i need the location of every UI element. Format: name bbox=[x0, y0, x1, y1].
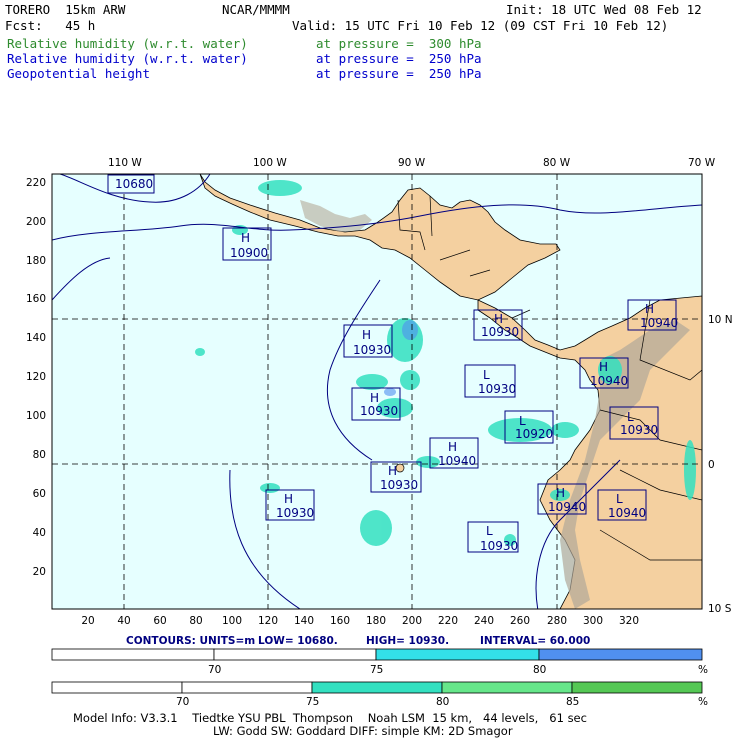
svg-text:H: H bbox=[599, 360, 608, 374]
colorbar-300hpa: 70 75 80 85 % bbox=[51, 681, 708, 708]
y-tick: 140 bbox=[26, 332, 46, 344]
svg-text:H: H bbox=[362, 328, 371, 342]
svg-text:10930: 10930 bbox=[481, 325, 519, 339]
svg-text:10940: 10940 bbox=[548, 500, 586, 514]
x-tick: 220 bbox=[438, 615, 458, 627]
svg-text:75: 75 bbox=[370, 664, 383, 676]
x-tick: 240 bbox=[474, 615, 494, 627]
x-tick: 300 bbox=[583, 615, 603, 627]
x-tick: 320 bbox=[619, 615, 639, 627]
svg-text:10940: 10940 bbox=[590, 374, 628, 388]
svg-text:HIGH= 10930.: HIGH= 10930. bbox=[366, 635, 449, 647]
svg-text:L: L bbox=[627, 410, 634, 424]
svg-text:10930: 10930 bbox=[620, 423, 658, 437]
svg-text:H: H bbox=[556, 486, 565, 500]
y-tick: 40 bbox=[33, 527, 46, 539]
svg-text:10930: 10930 bbox=[478, 382, 516, 396]
svg-text:10940: 10940 bbox=[640, 316, 678, 330]
svg-text:H: H bbox=[448, 440, 457, 454]
svg-text:75: 75 bbox=[306, 696, 319, 708]
svg-text:%: % bbox=[698, 696, 708, 708]
y-axis-ticks: 220 200 180 160 140 120 100 80 60 40 20 bbox=[26, 177, 46, 578]
svg-text:10930: 10930 bbox=[380, 478, 418, 492]
svg-text:H: H bbox=[645, 302, 654, 316]
x-tick: 100 bbox=[222, 615, 242, 627]
svg-text:H: H bbox=[370, 391, 379, 405]
svg-text:L: L bbox=[483, 368, 490, 382]
lon-label: 100 W bbox=[253, 157, 287, 169]
svg-text:H: H bbox=[388, 464, 397, 478]
y-tick: 20 bbox=[33, 566, 46, 578]
svg-text:70: 70 bbox=[208, 664, 221, 676]
x-tick: 140 bbox=[294, 615, 314, 627]
svg-text:10900: 10900 bbox=[230, 246, 268, 260]
lat-label: 10 S bbox=[708, 603, 732, 615]
x-tick: 180 bbox=[366, 615, 386, 627]
contours-caption: CONTOURS: UNITS=m LOW= 10680. HIGH= 1093… bbox=[126, 635, 590, 647]
svg-text:10930: 10930 bbox=[480, 539, 518, 553]
svg-text:10940: 10940 bbox=[438, 454, 476, 468]
y-tick: 100 bbox=[26, 410, 46, 422]
galapagos-islands bbox=[395, 463, 405, 473]
x-tick: 80 bbox=[189, 615, 202, 627]
weather-map: 110 W 100 W 90 W 80 W 70 W 10 N 0 10 S 2… bbox=[26, 157, 733, 708]
svg-text:80: 80 bbox=[436, 696, 449, 708]
colorbar-250hpa: 70 75 80 % bbox=[51, 648, 708, 676]
x-tick: 200 bbox=[402, 615, 422, 627]
model-info-line2: LW: Godd SW: Goddard DIFF: simple KM: 2D… bbox=[213, 724, 513, 738]
lat-label: 10 N bbox=[708, 314, 733, 326]
x-axis-ticks: 20 40 60 80 100 120 140 160 180 200 220 … bbox=[81, 615, 639, 627]
lon-label: 110 W bbox=[108, 157, 142, 169]
top-lon-labels: 110 W 100 W 90 W 80 W 70 W bbox=[108, 157, 716, 169]
y-tick: 160 bbox=[26, 293, 46, 305]
svg-text:LOW= 10680.: LOW= 10680. bbox=[258, 635, 338, 647]
svg-text:H: H bbox=[241, 231, 250, 245]
svg-text:80: 80 bbox=[533, 664, 546, 676]
svg-text:10920: 10920 bbox=[515, 427, 553, 441]
svg-text:10680: 10680 bbox=[115, 177, 153, 191]
y-tick: 180 bbox=[26, 255, 46, 267]
x-tick: 160 bbox=[330, 615, 350, 627]
y-tick: 80 bbox=[33, 449, 46, 461]
svg-text:INTERVAL= 60.000: INTERVAL= 60.000 bbox=[480, 635, 590, 647]
svg-text:85: 85 bbox=[566, 696, 579, 708]
svg-text:CONTOURS: UNITS=m: CONTOURS: UNITS=m bbox=[126, 635, 255, 647]
x-tick: 120 bbox=[258, 615, 278, 627]
svg-text:10940: 10940 bbox=[608, 506, 646, 520]
svg-text:H: H bbox=[284, 492, 293, 506]
x-tick: 60 bbox=[153, 615, 166, 627]
svg-text:70: 70 bbox=[176, 696, 189, 708]
y-tick: 60 bbox=[33, 488, 46, 500]
lat-label: 0 bbox=[708, 459, 715, 471]
y-tick: 220 bbox=[26, 177, 46, 189]
right-lat-labels: 10 N 0 10 S bbox=[708, 314, 733, 615]
x-tick: 20 bbox=[81, 615, 94, 627]
y-tick: 120 bbox=[26, 371, 46, 383]
y-tick: 200 bbox=[26, 216, 46, 228]
svg-text:10930: 10930 bbox=[353, 343, 391, 357]
lon-label: 70 W bbox=[688, 157, 716, 169]
svg-text:10930: 10930 bbox=[276, 506, 314, 520]
svg-text:L: L bbox=[616, 492, 623, 506]
svg-text:L: L bbox=[519, 414, 526, 428]
x-tick: 40 bbox=[117, 615, 130, 627]
model-info-line1: Model Info: V3.3.1 Tiedtke YSU PBL Thomp… bbox=[73, 711, 587, 725]
svg-text:H: H bbox=[494, 312, 503, 326]
svg-text:L: L bbox=[486, 524, 493, 538]
x-tick: 260 bbox=[510, 615, 530, 627]
x-tick: 280 bbox=[547, 615, 567, 627]
lon-label: 80 W bbox=[543, 157, 571, 169]
lon-label: 90 W bbox=[398, 157, 426, 169]
svg-text:%: % bbox=[698, 664, 708, 676]
svg-text:10930: 10930 bbox=[360, 404, 398, 418]
center-box: 10680 bbox=[107, 174, 155, 194]
